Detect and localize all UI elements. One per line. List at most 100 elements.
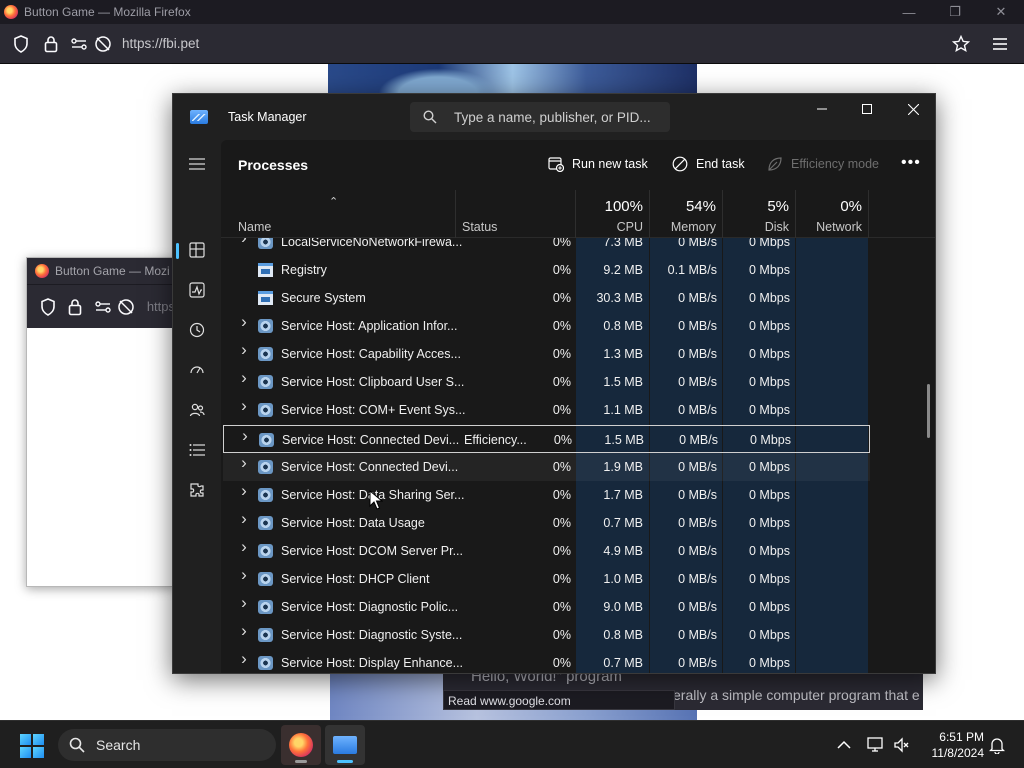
process-name: Service Host: Application Infor...: [281, 319, 458, 333]
app-history-icon[interactable]: [185, 318, 209, 342]
process-row[interactable]: › Service Host: Capability Acces... 0% 1.3 …: [223, 340, 870, 368]
permissions-icon[interactable]: [92, 296, 113, 318]
service-gear-icon: [258, 347, 273, 361]
expand-chevron-icon[interactable]: ›: [238, 509, 250, 528]
maximize-button[interactable]: [844, 94, 890, 124]
process-row[interactable]: › Service Host: Diagnostic Polic... 0% 9.0 …: [223, 593, 870, 621]
expand-chevron-icon[interactable]: ›: [238, 312, 250, 331]
expand-chevron-icon[interactable]: ›: [238, 565, 250, 584]
expand-chevron-icon[interactable]: ›: [238, 593, 250, 612]
column-header-spacer: [868, 190, 935, 238]
process-list-scrollbar[interactable]: [927, 384, 930, 438]
process-name: Service Host: Display Enhance...: [281, 656, 464, 670]
process-cpu: 0%: [552, 488, 571, 502]
taskbar-clock[interactable]: 6:51 PM 11/8/2024: [920, 729, 985, 761]
expand-chevron-icon[interactable]: ›: [238, 537, 250, 556]
permissions-icon[interactable]: [68, 33, 90, 55]
process-row[interactable]: › Service Host: DCOM Server Pr... 0% 4.9 MB…: [223, 537, 870, 565]
process-row[interactable]: ›Service Host: Data Sharing Ser...0%1.7 …: [223, 481, 870, 509]
process-network: 0 Mbps: [749, 375, 790, 389]
process-name: Service Host: Connected Devi...: [281, 460, 459, 474]
process-row[interactable]: › Service Host: Diagnostic Syste... 0% 0.8 …: [223, 621, 870, 649]
more-options-icon[interactable]: •••: [901, 154, 921, 172]
bookmark-star-icon[interactable]: [949, 32, 973, 56]
process-search-input[interactable]: Type a name, publisher, or PID...: [410, 102, 670, 132]
firefox-secondary-window[interactable]: Button Game — Mozi https: [26, 257, 176, 587]
expand-chevron-icon[interactable]: ›: [238, 453, 250, 472]
minimize-button[interactable]: [799, 94, 845, 124]
performance-icon[interactable]: [185, 278, 209, 302]
run-new-task-button[interactable]: Run new task: [547, 155, 648, 173]
process-disk: 0 MB/s: [678, 291, 717, 305]
close-button[interactable]: ✕: [978, 0, 1024, 24]
process-name: LocalServiceNoNetworkFirewa...: [281, 238, 463, 249]
process-row[interactable]: › Service Host: Display Enhance... 0% 0.7 M…: [223, 649, 870, 673]
system-window-icon: [258, 291, 273, 305]
app-menu-icon[interactable]: [988, 32, 1012, 56]
services-icon[interactable]: [185, 478, 209, 502]
hamburger-menu-icon[interactable]: [185, 152, 209, 176]
expand-chevron-icon[interactable]: ›: [238, 481, 250, 500]
autoplay-blocked-icon[interactable]: [115, 296, 136, 318]
expand-chevron-icon[interactable]: ›: [238, 368, 250, 387]
task-manager-window[interactable]: Task Manager Type a name, publisher, or …: [172, 93, 936, 674]
url-bar[interactable]: https://fbi.pet: [122, 36, 199, 51]
start-button[interactable]: [20, 734, 44, 758]
expand-chevron-icon[interactable]: ›: [238, 649, 250, 668]
column-header-status[interactable]: Status: [455, 190, 575, 238]
tracking-protection-shield-icon[interactable]: [10, 33, 32, 55]
process-row[interactable]: Secure System 0% 30.3 MB 0 MB/s 0 Mbps: [223, 284, 870, 312]
startup-apps-icon[interactable]: [185, 358, 209, 382]
process-row[interactable]: › Service Host: Application Infor... 0% 0.8…: [223, 312, 870, 340]
column-header-cpu[interactable]: 100% CPU: [575, 190, 649, 238]
tracking-protection-shield-icon[interactable]: [37, 296, 58, 318]
details-icon[interactable]: [185, 438, 209, 462]
chevron-up-icon[interactable]: [834, 735, 854, 755]
process-row[interactable]: › Service Host: Data Usage 0% 0.7 MB 0 MB/s 0…: [223, 509, 870, 537]
expand-chevron-icon[interactable]: ›: [239, 426, 251, 445]
expand-chevron-icon[interactable]: ›: [238, 396, 250, 415]
network-display-icon[interactable]: [866, 735, 886, 755]
end-task-button[interactable]: End task: [671, 155, 745, 173]
efficiency-mode-button[interactable]: Efficiency mode: [766, 155, 879, 173]
secondary-url-bar[interactable]: https: [147, 299, 175, 314]
memory-column-label: Memory: [670, 220, 716, 234]
process-row[interactable]: › Service Host: Connected Devi... 0% 1.9 MB…: [223, 453, 870, 481]
minimize-button[interactable]: —: [886, 0, 932, 24]
service-gear-icon: [258, 403, 273, 417]
expand-chevron-icon[interactable]: ›: [238, 238, 250, 247]
process-row[interactable]: › LocalServiceNoNetworkFirewa... 0% 7.3 MB 0…: [223, 238, 870, 256]
close-button[interactable]: [890, 94, 935, 124]
users-icon[interactable]: [185, 398, 209, 422]
column-header-disk[interactable]: 5% Disk: [722, 190, 795, 238]
process-row[interactable]: Registry 0% 9.2 MB 0.1 MB/s 0 Mbps: [223, 256, 870, 284]
taskbar-search-box[interactable]: Search: [58, 729, 276, 761]
volume-muted-icon[interactable]: [892, 735, 912, 755]
firefox-nav-bar: https://fbi.pet: [0, 24, 1024, 64]
process-network: 0 Mbps: [750, 433, 791, 447]
process-row[interactable]: › Service Host: Clipboard User S... 0% 1.5 …: [223, 368, 870, 396]
restore-button[interactable]: ❐: [932, 0, 978, 24]
autoplay-blocked-icon[interactable]: [92, 33, 114, 55]
taskbar-task-manager-button[interactable]: [325, 725, 365, 765]
process-row[interactable]: › Service Host: COM+ Event Sys... 0% 1.1 MB…: [223, 396, 870, 424]
process-disk: 0 MB/s: [678, 488, 717, 502]
column-header-memory[interactable]: 54% Memory: [649, 190, 722, 238]
column-header-network[interactable]: 0% Network: [795, 190, 868, 238]
service-gear-icon: [258, 544, 273, 558]
start-logo-tile: [33, 734, 44, 745]
process-network: 0 Mbps: [749, 656, 790, 670]
lock-icon[interactable]: [64, 296, 85, 318]
process-row[interactable]: › Service Host: Connected Devi... Efficien…: [223, 425, 870, 453]
column-header-name[interactable]: ⌃ Name: [221, 190, 455, 238]
process-network: 0 Mbps: [749, 347, 790, 361]
process-memory: 1.9 MB: [603, 460, 643, 474]
taskbar-firefox-button[interactable]: [281, 725, 321, 765]
lock-icon[interactable]: [40, 33, 62, 55]
process-row[interactable]: › Service Host: DHCP Client 0% 1.0 MB 0 MB/s…: [223, 565, 870, 593]
notification-bell-icon[interactable]: [987, 735, 1007, 755]
expand-chevron-icon[interactable]: ›: [238, 340, 250, 359]
expand-chevron-icon[interactable]: ›: [238, 621, 250, 640]
process-cpu: 0%: [552, 291, 571, 305]
processes-icon[interactable]: [185, 238, 209, 262]
